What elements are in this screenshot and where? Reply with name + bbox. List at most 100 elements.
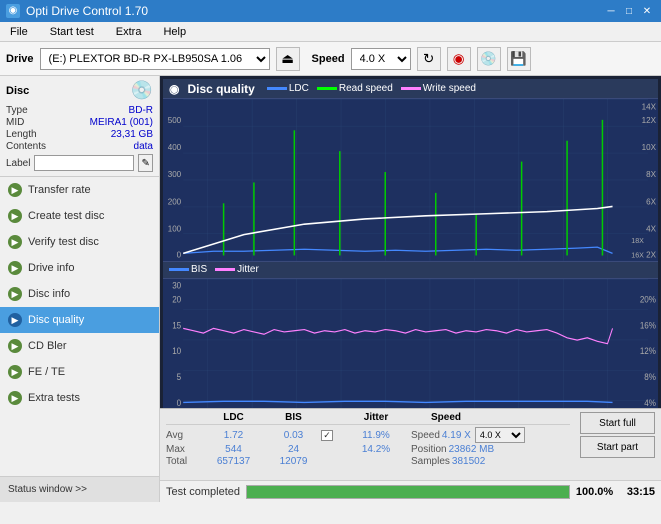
menu-file[interactable]: File: [4, 24, 34, 40]
total-bis: 12079: [266, 456, 321, 467]
nav-disc-info[interactable]: ▶ Disc info: [0, 281, 159, 307]
maximize-button[interactable]: □: [621, 3, 637, 19]
svg-text:15: 15: [172, 319, 181, 330]
title-bar: ◉ Opti Drive Control 1.70 ─ □ ✕: [0, 0, 661, 22]
disc-label-button[interactable]: ✎: [138, 154, 153, 172]
transfer-rate-icon: ▶: [8, 183, 22, 197]
disc-info-icon: ▶: [8, 287, 22, 301]
avg-ldc: 1.72: [201, 430, 266, 441]
svg-text:300: 300: [168, 170, 182, 179]
avg-speed: 4.19 X: [442, 430, 471, 441]
nav-create-test-disc[interactable]: ▶ Create test disc: [0, 203, 159, 229]
read-speed-color: [317, 87, 337, 90]
disc-label-label: Label: [6, 158, 30, 169]
header-speed: Speed: [431, 412, 496, 423]
menu-extra[interactable]: Extra: [110, 24, 148, 40]
svg-text:100: 100: [168, 224, 182, 233]
bis-color: [169, 268, 189, 271]
bottom-chart-container: 0 5 10 15 20 30 4% 8% 12% 16% 20% 0.0 2.…: [163, 279, 658, 408]
write-speed-label: Write speed: [423, 83, 476, 94]
status-window-button[interactable]: Status window >>: [0, 476, 159, 502]
speed-text-label: Speed: [411, 430, 440, 441]
svg-text:10X: 10X: [642, 143, 657, 152]
svg-text:20: 20: [172, 294, 181, 305]
nav-verify-test-disc[interactable]: ▶ Verify test disc: [0, 229, 159, 255]
status-bar: Test completed 100.0% 33:15: [160, 480, 661, 502]
save-button[interactable]: 💾: [507, 47, 531, 71]
refresh-button[interactable]: ↻: [417, 47, 441, 71]
nav-extra-tests-label: Extra tests: [28, 392, 80, 404]
bis-label: BIS: [191, 264, 207, 275]
max-bis: 24: [266, 444, 321, 455]
header-ldc: LDC: [201, 412, 266, 423]
svg-text:0: 0: [177, 397, 182, 408]
header-bis: BIS: [266, 412, 321, 423]
left-panel: Disc 💿 Type BD-R MID MEIRA1 (001) Length…: [0, 76, 160, 502]
svg-text:18X: 18X: [631, 237, 644, 245]
svg-text:16%: 16%: [640, 319, 656, 330]
write-speed-color: [401, 87, 421, 90]
svg-text:16X: 16X: [631, 251, 644, 259]
disc-info-table: Type BD-R MID MEIRA1 (001) Length 23,31 …: [6, 105, 153, 172]
length-label: Length: [6, 129, 37, 140]
nav-transfer-rate[interactable]: ▶ Transfer rate: [0, 177, 159, 203]
legend-jitter: Jitter: [215, 264, 259, 275]
read-speed-label: Read speed: [339, 83, 393, 94]
nav-disc-quality[interactable]: ▶ Disc quality: [0, 307, 159, 333]
stats-headers: LDC BIS Jitter Speed: [166, 412, 570, 425]
eject-button[interactable]: ⏏: [276, 47, 300, 71]
extra-tests-icon: ▶: [8, 391, 22, 405]
minimize-button[interactable]: ─: [603, 3, 619, 19]
length-value: 23,31 GB: [111, 129, 153, 140]
close-button[interactable]: ✕: [639, 3, 655, 19]
speed-select[interactable]: 4.0 X: [351, 48, 411, 70]
app-icon: ◉: [6, 4, 20, 18]
speed-label: Speed: [312, 53, 345, 65]
drive-label: Drive: [6, 53, 34, 65]
svg-text:8%: 8%: [644, 371, 656, 382]
start-full-button[interactable]: Start full: [580, 412, 655, 434]
disc-button[interactable]: 💿: [477, 47, 501, 71]
disc-quality-icon-header: ◉: [169, 82, 179, 96]
main-area: Disc 💿 Type BD-R MID MEIRA1 (001) Length…: [0, 76, 661, 502]
legend-bis: BIS: [169, 264, 207, 275]
avg-jitter: 11.9%: [341, 430, 411, 441]
disc-label-input[interactable]: [34, 155, 134, 171]
speed-select-stats[interactable]: 4.0 X: [475, 427, 525, 443]
disc-section-title: Disc: [6, 85, 29, 97]
nav-drive-info-label: Drive info: [28, 262, 74, 274]
jitter-checkbox[interactable]: ✓: [321, 430, 333, 441]
type-label: Type: [6, 105, 28, 116]
chart-header: ◉ Disc quality LDC Read speed Write spee…: [163, 79, 658, 99]
top-chart-container: 0 100 200 300 400 500 2X 4X 6X 8X 10X 12…: [163, 99, 658, 261]
contents-label: Contents: [6, 141, 46, 152]
progress-bar: [246, 485, 570, 499]
menu-start-test[interactable]: Start test: [44, 24, 100, 40]
write-button[interactable]: ◉: [447, 47, 471, 71]
progress-bar-fill: [247, 486, 569, 498]
menu-help[interactable]: Help: [157, 24, 192, 40]
max-position: 23862 MB: [449, 444, 495, 455]
svg-text:4X: 4X: [646, 224, 656, 233]
svg-text:400: 400: [168, 143, 182, 152]
drive-select[interactable]: (E:) PLEXTOR BD-R PX-LB950SA 1.06: [40, 48, 270, 70]
contents-value: data: [134, 141, 153, 152]
avg-label: Avg: [166, 430, 201, 441]
right-container: ◉ Disc quality LDC Read speed Write spee…: [160, 76, 661, 502]
disc-quality-icon: ▶: [8, 313, 22, 327]
svg-text:6X: 6X: [646, 197, 656, 206]
start-part-button[interactable]: Start part: [580, 436, 655, 458]
svg-text:200: 200: [168, 197, 182, 206]
nav-cd-bler[interactable]: ▶ CD Bler: [0, 333, 159, 359]
disc-section: Disc 💿 Type BD-R MID MEIRA1 (001) Length…: [0, 76, 159, 177]
total-row: Total 657137 12079 Samples 381502: [166, 456, 570, 467]
total-label: Total: [166, 456, 201, 467]
nav-fe-te-label: FE / TE: [28, 366, 65, 378]
menu-bar: File Start test Extra Help: [0, 22, 661, 42]
svg-text:500: 500: [168, 116, 182, 125]
nav-drive-info[interactable]: ▶ Drive info: [0, 255, 159, 281]
nav-extra-tests[interactable]: ▶ Extra tests: [0, 385, 159, 411]
svg-text:12%: 12%: [640, 345, 656, 356]
nav-fe-te[interactable]: ▶ FE / TE: [0, 359, 159, 385]
chart-title: Disc quality: [187, 82, 254, 96]
